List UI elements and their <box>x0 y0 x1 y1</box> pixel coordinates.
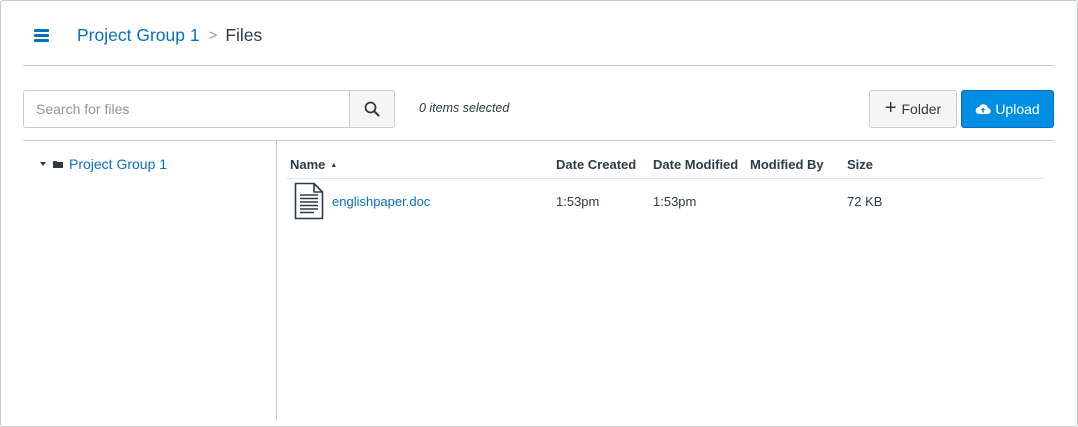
breadcrumb-project-group-link[interactable]: Project Group 1 <box>77 25 200 46</box>
column-header-date-modified[interactable]: Date Modified <box>653 157 738 172</box>
column-header-date-created[interactable]: Date Created <box>556 157 636 172</box>
table-header-divider <box>286 178 1044 179</box>
breadcrumb-current: Files <box>225 25 263 45</box>
sort-ascending-icon: ▲ <box>330 162 338 169</box>
folder-icon <box>53 161 63 168</box>
tree-item-project-group[interactable]: Project Group 1 <box>40 156 167 172</box>
hamburger-menu-icon[interactable] <box>34 29 49 42</box>
upload-button[interactable]: Upload <box>961 90 1054 128</box>
tree-item-label[interactable]: Project Group 1 <box>69 156 167 172</box>
upload-label: Upload <box>995 101 1040 117</box>
add-folder-label: Folder <box>901 101 942 117</box>
column-header-modified-by[interactable]: Modified By <box>750 157 824 172</box>
search-group <box>23 90 395 128</box>
plus-icon: + <box>884 97 897 119</box>
file-name-link[interactable]: englishpaper.doc <box>332 194 430 209</box>
column-header-name-label: Name <box>290 157 326 172</box>
file-size: 72 KB <box>847 194 883 209</box>
selected-count: 0 items selected <box>419 101 510 115</box>
document-icon <box>294 182 324 220</box>
cloud-upload-icon <box>975 104 991 115</box>
header-divider <box>23 65 1054 66</box>
search-button[interactable] <box>349 91 394 127</box>
search-input[interactable] <box>24 91 349 127</box>
file-date-modified: 1:53pm <box>653 194 697 209</box>
files-panel: Project Group 1 > Files 0 items selected… <box>0 0 1078 427</box>
column-header-size[interactable]: Size <box>847 157 873 172</box>
add-folder-button[interactable]: + Folder <box>869 90 957 128</box>
caret-down-icon[interactable] <box>40 162 46 166</box>
breadcrumb: Project Group 1 > Files <box>77 25 262 46</box>
file-date-created: 1:53pm <box>556 194 600 209</box>
toolbar-divider <box>23 140 1054 141</box>
column-header-name[interactable]: Name ▲ <box>290 157 337 172</box>
breadcrumb-separator-icon: > <box>208 27 218 44</box>
tree-divider <box>276 140 277 421</box>
search-icon <box>364 101 380 117</box>
